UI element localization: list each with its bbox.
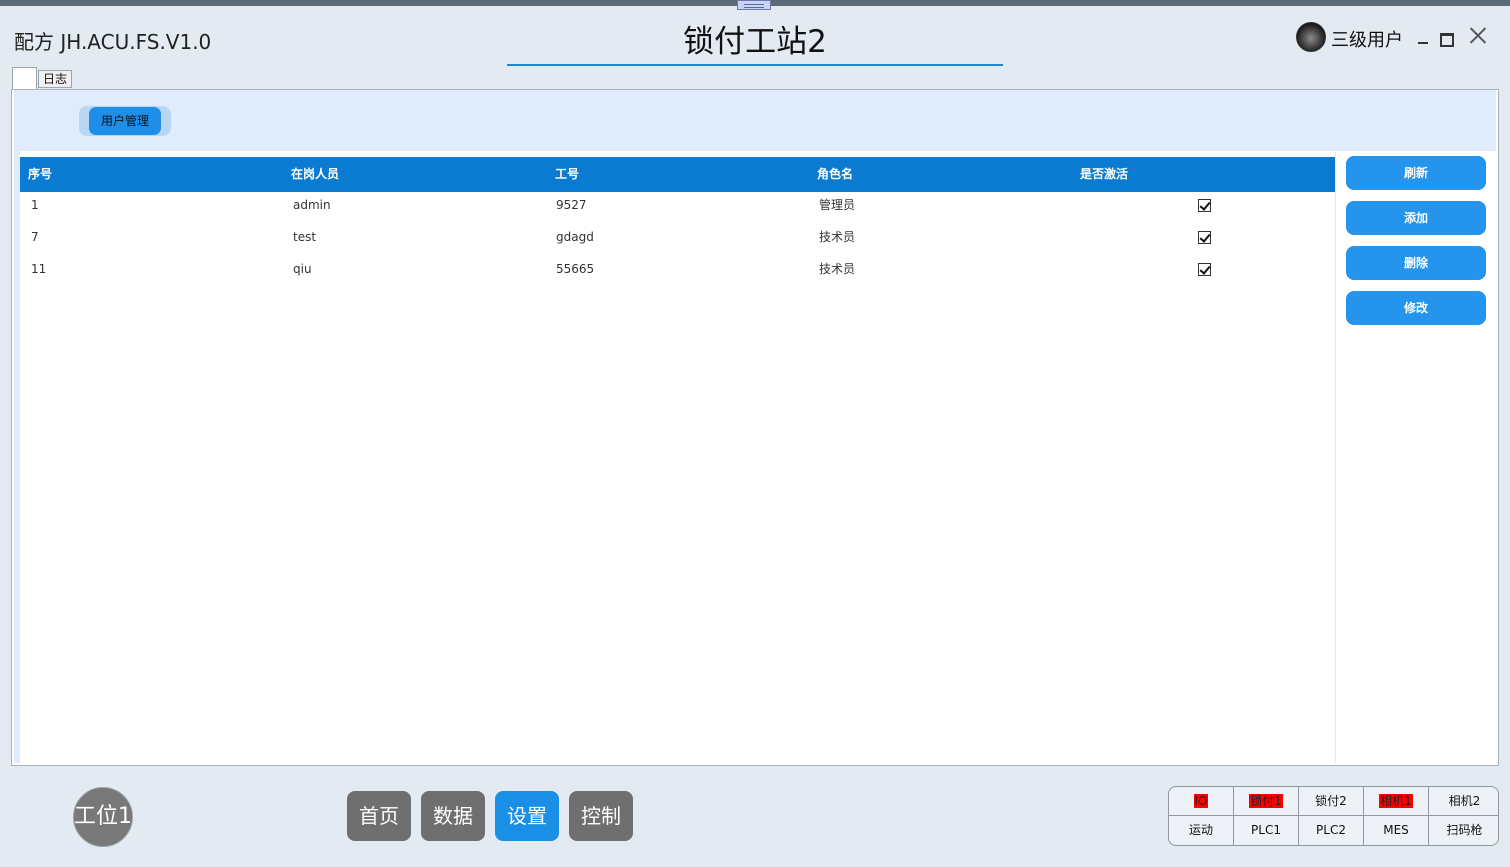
cell-index: 1 bbox=[31, 198, 39, 212]
drag-grip-icon[interactable] bbox=[737, 0, 771, 10]
cell-role: 管理员 bbox=[819, 198, 856, 212]
status-plc1[interactable]: PLC1 bbox=[1234, 816, 1299, 845]
checkbox-checked-icon[interactable] bbox=[1198, 263, 1211, 276]
cell-index: 11 bbox=[31, 262, 47, 276]
checkbox-checked-icon[interactable] bbox=[1198, 231, 1211, 244]
table-row[interactable]: 1 admin 9527 管理员 bbox=[20, 193, 1335, 225]
column-header-name[interactable]: 在岗人员 bbox=[291, 157, 339, 192]
status-io-label: IO bbox=[1193, 794, 1209, 808]
user-management-button[interactable]: 用户管理 bbox=[89, 107, 161, 135]
cell-role: 技术员 bbox=[819, 262, 856, 276]
status-camera1-label: 相机1 bbox=[1379, 794, 1413, 808]
refresh-button[interactable]: 刷新 bbox=[1346, 156, 1486, 190]
station-indicator[interactable]: 工位1 bbox=[73, 787, 133, 847]
column-header-active[interactable]: 是否激活 bbox=[1080, 157, 1128, 192]
cell-index: 7 bbox=[31, 230, 39, 244]
checkbox-checked-icon[interactable] bbox=[1198, 199, 1211, 212]
maximize-icon[interactable] bbox=[1436, 22, 1458, 50]
status-mes[interactable]: MES bbox=[1364, 816, 1429, 845]
nav-control-button[interactable]: 控制 bbox=[569, 791, 633, 841]
table-row[interactable]: 11 qiu 55665 技术员 bbox=[20, 257, 1335, 289]
user-level-label[interactable]: 三级用户 bbox=[1331, 26, 1403, 52]
status-io[interactable]: IO bbox=[1169, 787, 1234, 816]
status-screw1[interactable]: 锁付1 bbox=[1234, 787, 1299, 816]
station-title-underline bbox=[507, 64, 1003, 66]
tab-log[interactable]: 日志 bbox=[38, 70, 72, 88]
cell-name: admin bbox=[293, 198, 331, 212]
cell-employee-id: gdagd bbox=[556, 230, 594, 244]
status-camera2[interactable]: 相机2 bbox=[1429, 787, 1498, 816]
status-plc2[interactable]: PLC2 bbox=[1299, 816, 1364, 845]
status-motion[interactable]: 运动 bbox=[1169, 816, 1234, 845]
cell-employee-id: 55665 bbox=[556, 262, 595, 276]
cell-role: 技术员 bbox=[819, 230, 856, 244]
status-screw2-label: 锁付2 bbox=[1315, 794, 1347, 808]
cell-name: test bbox=[293, 230, 317, 244]
action-column-divider bbox=[1335, 151, 1336, 763]
status-scanner[interactable]: 扫码枪 bbox=[1429, 816, 1498, 845]
delete-button[interactable]: 删除 bbox=[1346, 246, 1486, 280]
tab-main[interactable] bbox=[12, 67, 37, 91]
status-panel: IO 锁付1 锁付2 相机1 相机2 运动 PLC1 PLC2 MES 扫码枪 bbox=[1168, 786, 1499, 846]
status-screw1-label: 锁付1 bbox=[1249, 794, 1283, 808]
table-row[interactable]: 7 test gdagd 技术员 bbox=[20, 225, 1335, 257]
column-header-role[interactable]: 角色名 bbox=[817, 157, 853, 192]
nav-data-button[interactable]: 数据 bbox=[421, 791, 485, 841]
table-header: 序号 在岗人员 工号 角色名 是否激活 bbox=[20, 157, 1335, 192]
status-camera1[interactable]: 相机1 bbox=[1364, 787, 1429, 816]
app-title: 配方 JH.ACU.FS.V1.0 bbox=[14, 30, 212, 54]
user-avatar[interactable] bbox=[1296, 22, 1326, 52]
add-button[interactable]: 添加 bbox=[1346, 201, 1486, 235]
column-header-index[interactable]: 序号 bbox=[28, 157, 52, 192]
minimize-icon[interactable] bbox=[1413, 22, 1435, 50]
nav-home-button[interactable]: 首页 bbox=[347, 791, 411, 841]
cell-employee-id: 9527 bbox=[556, 198, 587, 212]
station-title: 锁付工站2 bbox=[683, 24, 827, 60]
sub-navigation-bar bbox=[14, 90, 1496, 151]
close-icon[interactable] bbox=[1467, 22, 1489, 50]
status-screw2[interactable]: 锁付2 bbox=[1299, 787, 1364, 816]
column-header-employee-id[interactable]: 工号 bbox=[555, 157, 579, 192]
modify-button[interactable]: 修改 bbox=[1346, 291, 1486, 325]
nav-settings-button[interactable]: 设置 bbox=[495, 791, 559, 841]
cell-name: qiu bbox=[293, 262, 312, 276]
status-camera2-label: 相机2 bbox=[1448, 794, 1481, 808]
